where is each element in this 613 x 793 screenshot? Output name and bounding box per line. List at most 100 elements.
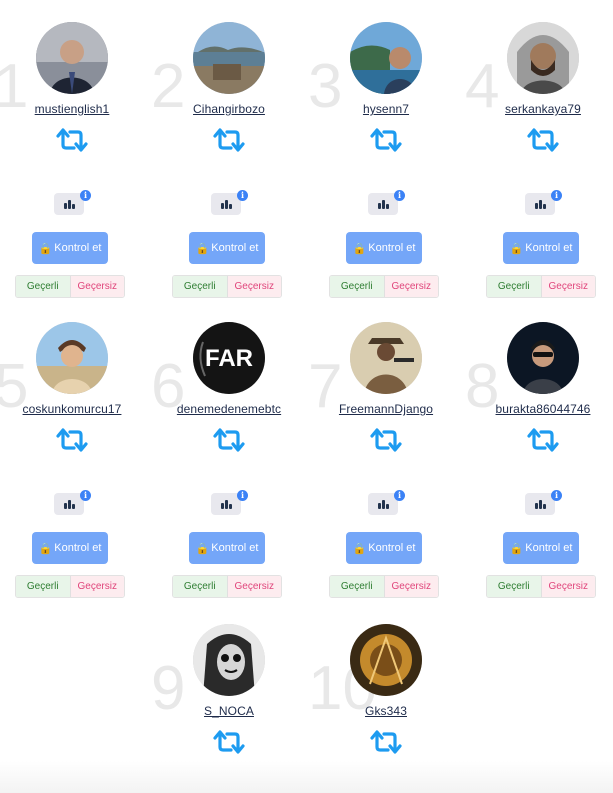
kontrol-et-button[interactable]: 🔒 Kontrol et (346, 232, 422, 264)
kontrol-et-button[interactable]: 🔒 Kontrol et (189, 532, 265, 564)
retweet-icon[interactable] (368, 426, 404, 454)
kontrol-et-button[interactable]: 🔒 Kontrol et (189, 232, 265, 264)
user-card: 4 serkankaya79 i 🔒 Kontrol et Geçerli Geç… (465, 22, 613, 322)
info-icon[interactable]: i (237, 490, 248, 501)
gecerli-button[interactable]: Geçerli (487, 276, 542, 297)
validity-toggle: Geçerli Geçersiz (15, 575, 125, 598)
gecerli-button[interactable]: Geçerli (330, 276, 385, 297)
avatar[interactable] (36, 22, 108, 94)
retweet-icon[interactable] (211, 426, 247, 454)
gecersiz-button[interactable]: Geçersiz (384, 576, 438, 597)
bar-chart-icon (378, 203, 381, 209)
kontrol-label: Kontrol et (54, 242, 102, 254)
kontrol-et-button[interactable]: 🔒 Kontrol et (32, 232, 108, 264)
avatar[interactable]: FAR (193, 322, 265, 394)
username-link[interactable]: Cihangirbozo (159, 102, 299, 116)
lock-icon: 🔒 (38, 542, 53, 555)
avatar-logo-text: FAR (205, 345, 253, 372)
bar-chart-icon (535, 203, 538, 209)
lock-icon: 🔒 (38, 242, 53, 255)
validity-toggle: Geçerli Geçersiz (172, 575, 282, 598)
username-link[interactable]: serkankaya79 (473, 102, 613, 116)
retweet-icon[interactable] (211, 126, 247, 154)
username-link[interactable]: coskunkomurcu17 (2, 402, 142, 416)
info-icon[interactable]: i (80, 190, 91, 201)
avatar[interactable] (350, 22, 422, 94)
gecersiz-button[interactable]: Geçersiz (541, 576, 595, 597)
info-icon[interactable]: i (394, 490, 405, 501)
gecerli-button[interactable]: Geçerli (16, 276, 71, 297)
lock-icon: 🔒 (509, 242, 524, 255)
username-link[interactable]: FreemannDjango (316, 402, 456, 416)
bar-chart-icon (221, 503, 224, 509)
gecerli-button[interactable]: Geçerli (16, 576, 71, 597)
user-card: 6 FAR denemedenemebtc i 🔒 Kontrol et Geçe… (151, 322, 309, 622)
gecersiz-button[interactable]: Geçersiz (227, 576, 281, 597)
user-card: 5 coskunkomurcu17 i 🔒 Kontrol et Geçerli … (0, 322, 152, 622)
bar-chart-icon (221, 203, 224, 209)
gecerli-button[interactable]: Geçerli (330, 576, 385, 597)
gecerli-button[interactable]: Geçerli (487, 576, 542, 597)
avatar[interactable] (507, 22, 579, 94)
username-link[interactable]: hysenn7 (316, 102, 456, 116)
info-icon[interactable]: i (394, 190, 405, 201)
avatar[interactable] (350, 322, 422, 394)
retweet-icon[interactable] (525, 126, 561, 154)
lock-icon: 🔒 (195, 542, 210, 555)
retweet-icon[interactable] (54, 426, 90, 454)
avatar[interactable] (350, 624, 422, 696)
avatar[interactable] (507, 322, 579, 394)
kontrol-label: Kontrol et (368, 242, 416, 254)
username-link[interactable]: denemedenemebtc (159, 402, 299, 416)
validity-toggle: Geçerli Geçersiz (486, 575, 596, 598)
user-card: 1 mustienglish1 i 🔒 Kontrol et Geçerli Ge… (0, 22, 152, 322)
user-card: 10 Gks343 (308, 624, 466, 764)
bar-chart-icon (64, 203, 67, 209)
username-link[interactable]: S_NOCA (159, 704, 299, 718)
lock-icon: 🔒 (195, 242, 210, 255)
gecersiz-button[interactable]: Geçersiz (384, 276, 438, 297)
info-icon[interactable]: i (237, 190, 248, 201)
bar-chart-icon (535, 503, 538, 509)
gecersiz-button[interactable]: Geçersiz (70, 276, 124, 297)
info-icon[interactable]: i (551, 490, 562, 501)
user-card: 7 FreemannDjango i 🔒 Kontrol et Geçerli G… (308, 322, 466, 622)
username-link[interactable]: mustienglish1 (2, 102, 142, 116)
username-link[interactable]: burakta86044746 (473, 402, 613, 416)
kontrol-et-button[interactable]: 🔒 Kontrol et (503, 532, 579, 564)
kontrol-et-button[interactable]: 🔒 Kontrol et (32, 532, 108, 564)
username-link[interactable]: Gks343 (316, 704, 456, 718)
bar-chart-icon (64, 503, 67, 509)
validity-toggle: Geçerli Geçersiz (172, 275, 282, 298)
retweet-icon[interactable] (54, 126, 90, 154)
avatar[interactable] (193, 22, 265, 94)
gecersiz-button[interactable]: Geçersiz (541, 276, 595, 297)
avatar[interactable] (193, 624, 265, 696)
lock-icon: 🔒 (352, 542, 367, 555)
kontrol-label: Kontrol et (54, 542, 102, 554)
info-icon[interactable]: i (80, 490, 91, 501)
kontrol-label: Kontrol et (211, 242, 259, 254)
kontrol-label: Kontrol et (368, 542, 416, 554)
validity-toggle: Geçerli Geçersiz (486, 275, 596, 298)
validity-toggle: Geçerli Geçersiz (329, 575, 439, 598)
validity-toggle: Geçerli Geçersiz (329, 275, 439, 298)
gecerli-button[interactable]: Geçerli (173, 576, 228, 597)
kontrol-et-button[interactable]: 🔒 Kontrol et (503, 232, 579, 264)
retweet-icon[interactable] (368, 728, 404, 756)
retweet-icon[interactable] (525, 426, 561, 454)
kontrol-et-button[interactable]: 🔒 Kontrol et (346, 532, 422, 564)
kontrol-label: Kontrol et (211, 542, 259, 554)
retweet-icon[interactable] (211, 728, 247, 756)
info-icon[interactable]: i (551, 190, 562, 201)
bottom-fade (0, 761, 613, 793)
kontrol-label: Kontrol et (525, 542, 573, 554)
user-card: 2 Cihangirbozo i 🔒 Kontrol et Geçerli Geç… (151, 22, 309, 322)
gecersiz-button[interactable]: Geçersiz (70, 576, 124, 597)
avatar[interactable] (36, 322, 108, 394)
gecerli-button[interactable]: Geçerli (173, 276, 228, 297)
gecersiz-button[interactable]: Geçersiz (227, 276, 281, 297)
bar-chart-icon (378, 503, 381, 509)
user-card: 8 burakta86044746 i 🔒 Kontrol et Geçerli … (465, 322, 613, 622)
retweet-icon[interactable] (368, 126, 404, 154)
